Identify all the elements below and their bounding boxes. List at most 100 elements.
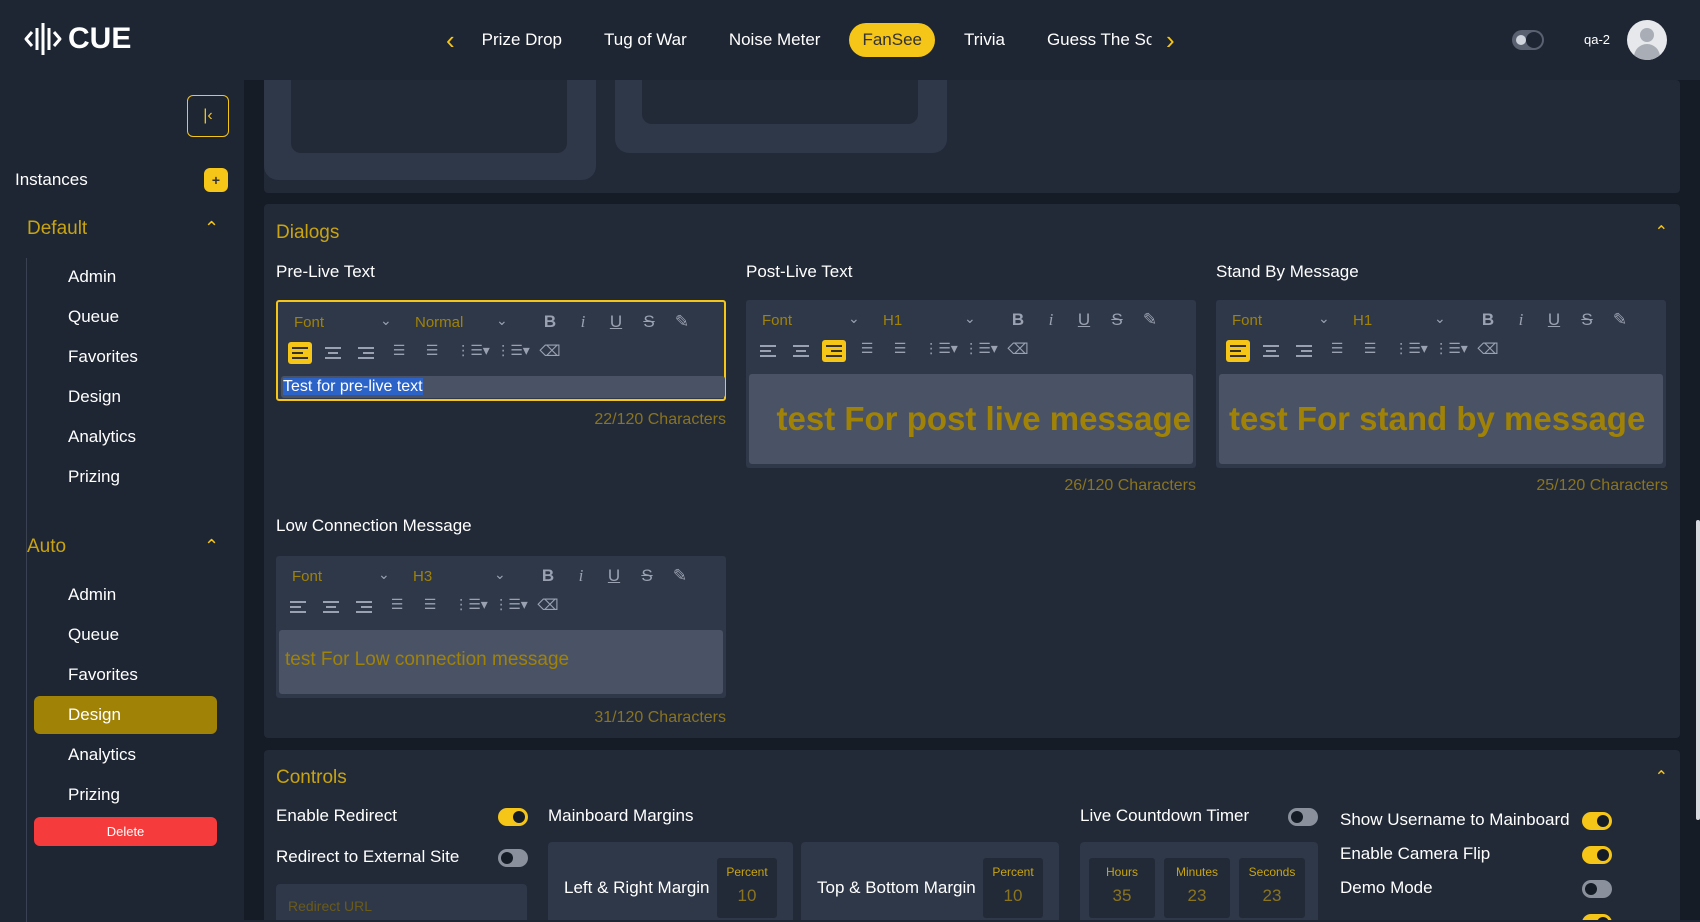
size-select[interactable]: H1 bbox=[883, 312, 902, 329]
sidebar-item-design[interactable]: Design bbox=[34, 378, 217, 416]
sidebar-item-analytics[interactable]: Analytics bbox=[34, 418, 217, 456]
minutes-value[interactable]: 23 bbox=[1164, 886, 1230, 906]
lr-margin-value[interactable]: 10 bbox=[717, 886, 777, 906]
eraser-icon[interactable]: ⌫ bbox=[1006, 340, 1030, 358]
ordered-list-icon[interactable]: ⋮☰▾ bbox=[454, 596, 488, 613]
toggle-switch[interactable] bbox=[1582, 914, 1612, 920]
italic-icon[interactable]: i bbox=[1509, 310, 1533, 330]
sidebar-item-favorites[interactable]: Favorites bbox=[34, 656, 217, 694]
strike-icon[interactable]: S bbox=[635, 566, 659, 586]
size-select[interactable]: H3 bbox=[413, 568, 432, 585]
sidebar-item-prizing[interactable]: Prizing bbox=[34, 458, 217, 496]
tabs-next-icon[interactable]: › bbox=[1160, 25, 1181, 56]
seconds-input[interactable]: Seconds 23 bbox=[1239, 858, 1305, 918]
chevron-down-icon[interactable]: ⌄ bbox=[378, 566, 390, 583]
ordered-list-icon[interactable]: ⋮☰▾ bbox=[924, 340, 958, 357]
outdent-icon[interactable]: ☰ bbox=[385, 596, 409, 613]
font-select[interactable]: Font bbox=[294, 314, 324, 331]
collapse-sidebar-button[interactable]: |‹ bbox=[187, 95, 229, 137]
bullet-list-icon[interactable]: ⋮☰▾ bbox=[1434, 340, 1468, 357]
chevron-down-icon[interactable]: ⌄ bbox=[380, 312, 392, 329]
pre-live-content[interactable]: Test for pre-live text bbox=[281, 376, 725, 398]
align-center-icon[interactable] bbox=[1259, 340, 1283, 362]
align-left-icon[interactable] bbox=[1226, 340, 1250, 362]
indent-icon[interactable]: ☰ bbox=[420, 342, 444, 359]
hours-value[interactable]: 35 bbox=[1089, 886, 1155, 906]
theme-toggle[interactable] bbox=[1512, 30, 1544, 50]
highlight-icon[interactable]: ✎ bbox=[670, 312, 694, 332]
eraser-icon[interactable]: ⌫ bbox=[536, 596, 560, 614]
camera-flip-toggle[interactable] bbox=[1582, 846, 1612, 864]
align-right-icon[interactable] bbox=[352, 596, 376, 618]
sidebar-item-admin[interactable]: Admin bbox=[34, 258, 217, 296]
align-right-icon[interactable] bbox=[354, 342, 378, 364]
post-live-editor[interactable]: Font ⌄ H1 ⌄ B i U S ✎ ☰ ☰ ⋮☰▾ ⋮☰▾ ⌫ test… bbox=[746, 300, 1196, 468]
scrollbar[interactable] bbox=[1696, 520, 1700, 820]
seconds-value[interactable]: 23 bbox=[1239, 886, 1305, 906]
bold-icon[interactable]: B bbox=[1006, 310, 1030, 330]
eraser-icon[interactable]: ⌫ bbox=[1476, 340, 1500, 358]
strike-icon[interactable]: S bbox=[637, 312, 661, 332]
font-select[interactable]: Font bbox=[292, 568, 322, 585]
tab-prize-drop[interactable]: Prize Drop bbox=[469, 23, 575, 57]
delete-button[interactable]: Delete bbox=[34, 817, 217, 846]
highlight-icon[interactable]: ✎ bbox=[668, 566, 692, 586]
italic-icon[interactable]: i bbox=[569, 566, 593, 586]
tabs-prev-icon[interactable]: ‹ bbox=[440, 25, 461, 56]
align-right-icon[interactable] bbox=[1292, 340, 1316, 362]
chevron-down-icon[interactable]: ⌄ bbox=[496, 312, 508, 329]
underline-icon[interactable]: U bbox=[602, 566, 626, 586]
chevron-up-icon[interactable]: ⌃ bbox=[204, 218, 219, 239]
align-left-icon[interactable] bbox=[288, 342, 312, 364]
indent-icon[interactable]: ☰ bbox=[888, 340, 912, 357]
align-left-icon[interactable] bbox=[756, 340, 780, 362]
chevron-up-icon[interactable]: ⌃ bbox=[1655, 767, 1668, 787]
eraser-icon[interactable]: ⌫ bbox=[538, 342, 562, 360]
bold-icon[interactable]: B bbox=[1476, 310, 1500, 330]
chevron-up-icon[interactable]: ⌃ bbox=[1655, 222, 1668, 242]
outdent-icon[interactable]: ☰ bbox=[855, 340, 879, 357]
size-select[interactable]: H1 bbox=[1353, 312, 1372, 329]
tb-margin-value[interactable]: 10 bbox=[983, 886, 1043, 906]
chevron-down-icon[interactable]: ⌄ bbox=[848, 310, 860, 327]
minutes-input[interactable]: Minutes 23 bbox=[1164, 858, 1230, 918]
bold-icon[interactable]: B bbox=[536, 566, 560, 586]
bullet-list-icon[interactable]: ⋮☰▾ bbox=[494, 596, 528, 613]
strike-icon[interactable]: S bbox=[1105, 310, 1129, 330]
align-left-icon[interactable] bbox=[286, 596, 310, 618]
chevron-up-icon[interactable]: ⌃ bbox=[204, 536, 219, 557]
sidebar-item-queue[interactable]: Queue bbox=[34, 298, 217, 336]
sidebar-item-design[interactable]: Design bbox=[34, 696, 217, 734]
sidebar-item-queue[interactable]: Queue bbox=[34, 616, 217, 654]
indent-icon[interactable]: ☰ bbox=[1358, 340, 1382, 357]
ordered-list-icon[interactable]: ⋮☰▾ bbox=[456, 342, 490, 359]
redirect-external-toggle[interactable] bbox=[498, 849, 528, 867]
chevron-down-icon[interactable]: ⌄ bbox=[1318, 310, 1330, 327]
align-right-icon[interactable] bbox=[822, 340, 846, 362]
bullet-list-icon[interactable]: ⋮☰▾ bbox=[964, 340, 998, 357]
underline-icon[interactable]: U bbox=[1542, 310, 1566, 330]
demo-mode-toggle[interactable] bbox=[1582, 880, 1612, 898]
chevron-down-icon[interactable]: ⌄ bbox=[1434, 310, 1446, 327]
sidebar-item-prizing[interactable]: Prizing bbox=[34, 776, 217, 814]
size-select[interactable]: Normal bbox=[415, 314, 463, 331]
cue-logo[interactable]: CUE bbox=[24, 20, 131, 58]
bullet-list-icon[interactable]: ⋮☰▾ bbox=[496, 342, 530, 359]
underline-icon[interactable]: U bbox=[1072, 310, 1096, 330]
live-countdown-toggle[interactable] bbox=[1288, 808, 1318, 826]
align-center-icon[interactable] bbox=[319, 596, 343, 618]
ordered-list-icon[interactable]: ⋮☰▾ bbox=[1394, 340, 1428, 357]
stand-by-content[interactable]: test For stand by message bbox=[1219, 374, 1663, 464]
tab-trivia[interactable]: Trivia bbox=[951, 23, 1018, 57]
outdent-icon[interactable]: ☰ bbox=[387, 342, 411, 359]
chevron-down-icon[interactable]: ⌄ bbox=[494, 566, 506, 583]
tab-tug-of-war[interactable]: Tug of War bbox=[591, 23, 700, 57]
pre-live-editor[interactable]: Font ⌄ Normal ⌄ B i U S ✎ ☰ ☰ ⋮☰▾ ⋮☰▾ ⌫ bbox=[276, 300, 726, 401]
group-title-auto[interactable]: Auto bbox=[27, 536, 66, 558]
avatar[interactable] bbox=[1627, 20, 1667, 60]
lr-margin-input[interactable]: Percent 10 bbox=[717, 858, 777, 918]
sidebar-item-favorites[interactable]: Favorites bbox=[34, 338, 217, 376]
low-connection-editor[interactable]: Font ⌄ H3 ⌄ B i U S ✎ ☰ ☰ ⋮☰▾ ⋮☰▾ ⌫ test… bbox=[276, 556, 726, 698]
redirect-url-input[interactable]: Redirect URL bbox=[276, 884, 527, 920]
show-username-toggle[interactable] bbox=[1582, 812, 1612, 830]
